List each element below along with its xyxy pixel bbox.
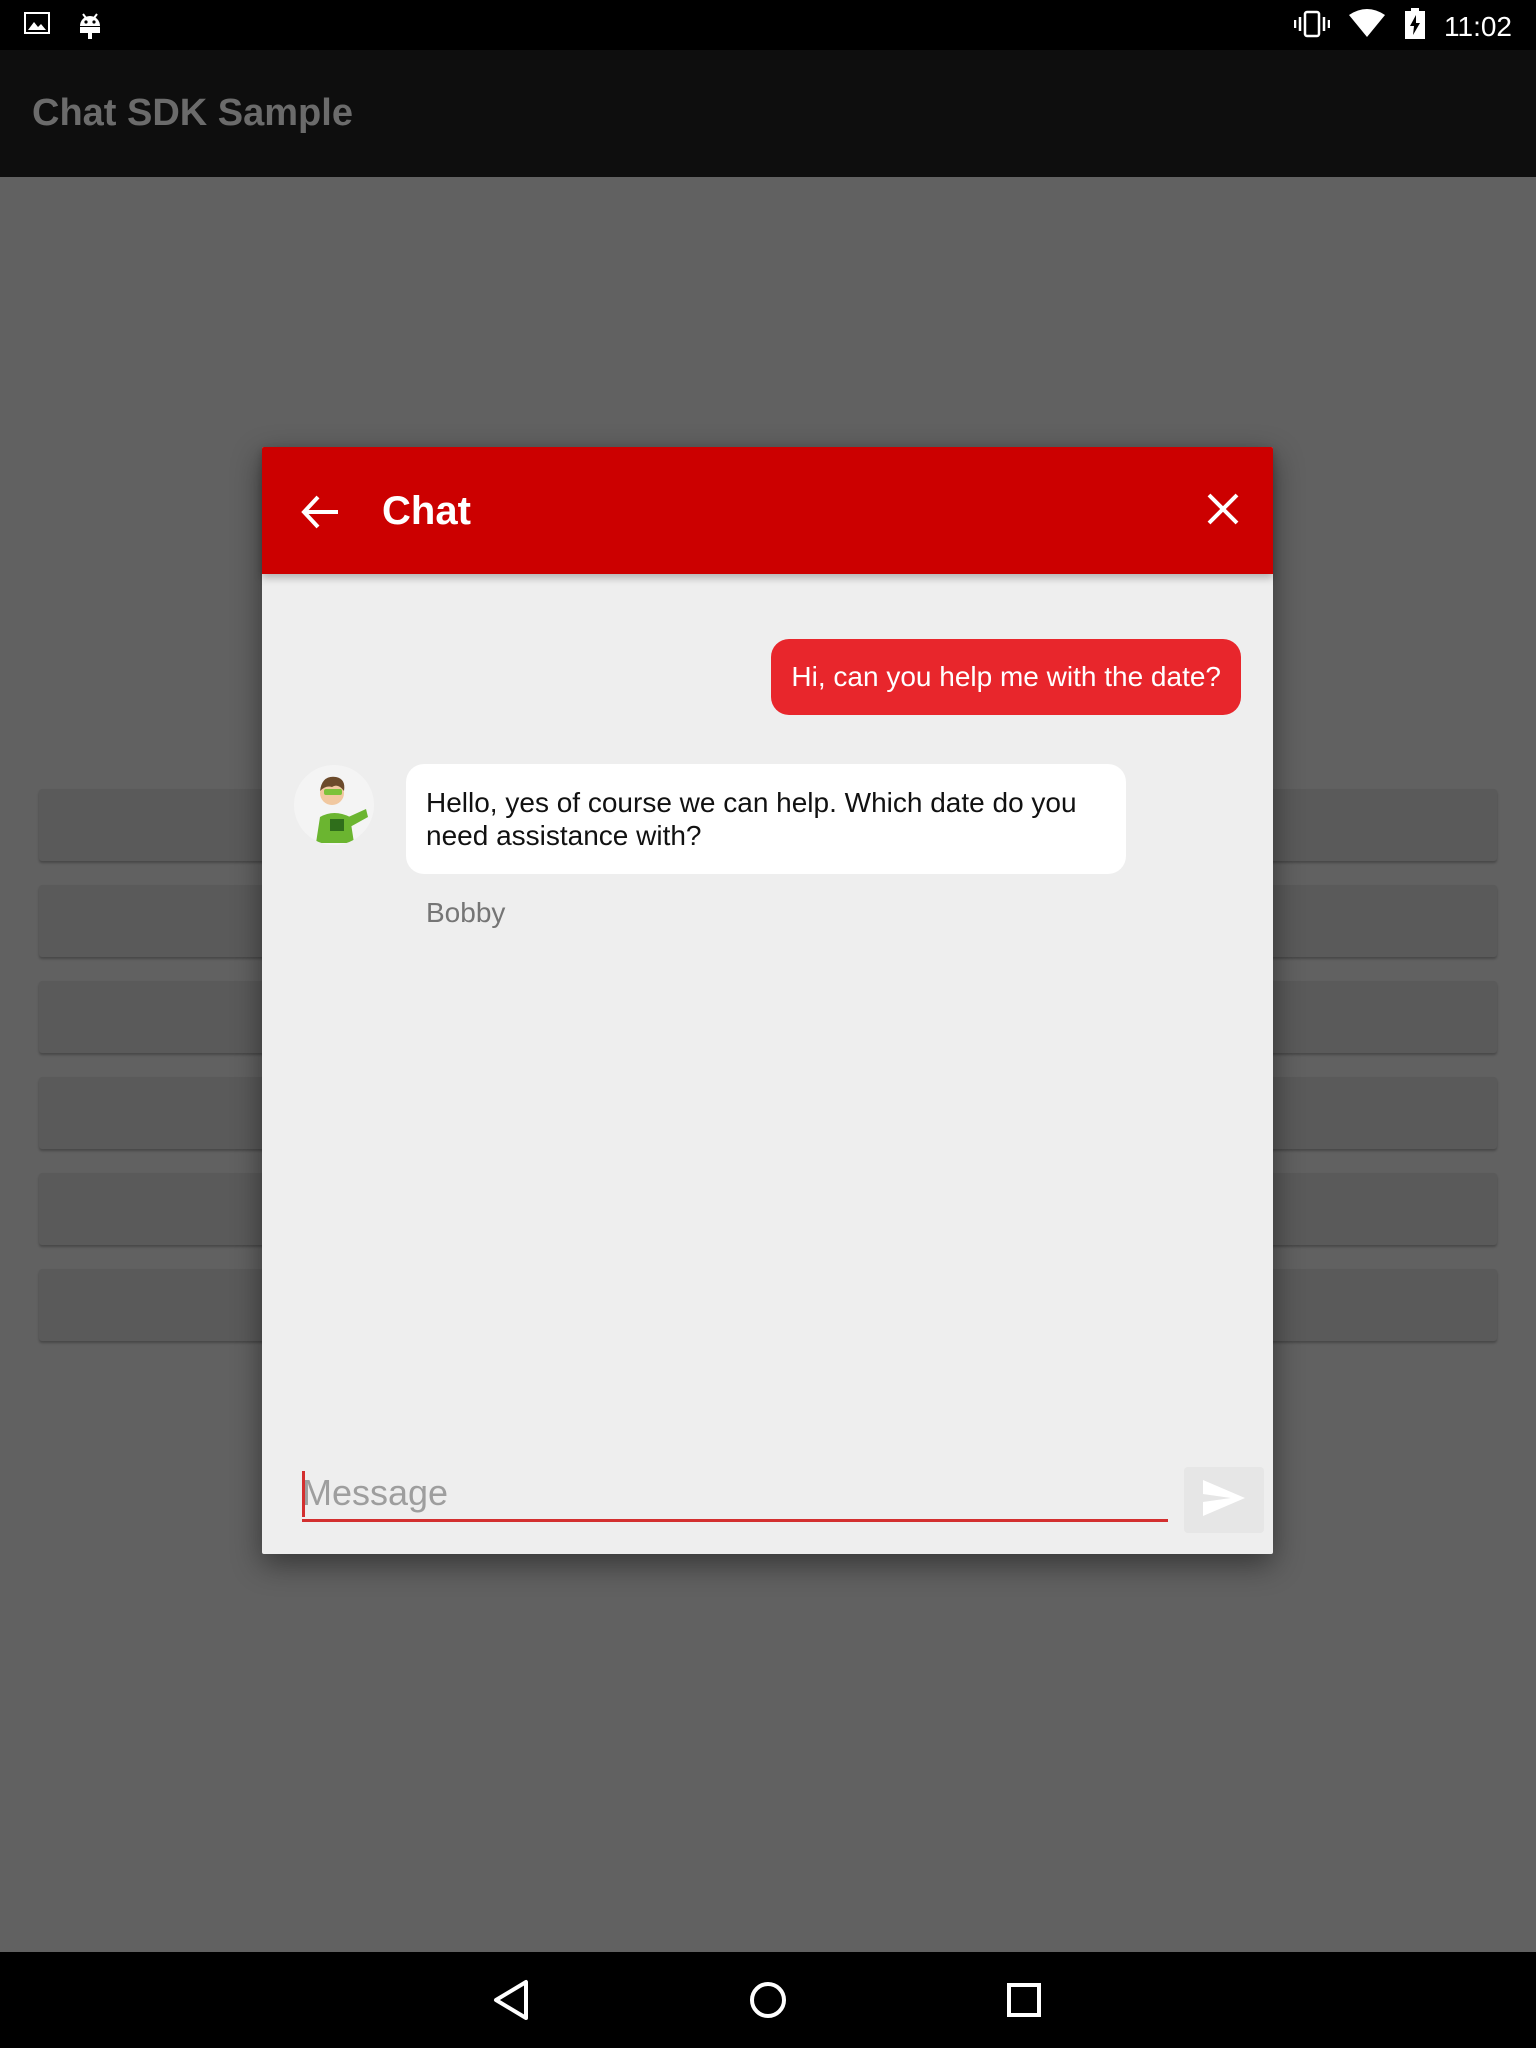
send-icon	[1201, 1478, 1247, 1523]
navigation-bar	[0, 1952, 1536, 2048]
message-input[interactable]	[302, 1467, 1168, 1522]
battery-charging-icon	[1404, 8, 1426, 45]
sender-name: Bobby	[426, 897, 506, 928]
send-button[interactable]	[1184, 1467, 1264, 1533]
incoming-message-bubble: Hello, yes of course we can help. Which …	[406, 764, 1126, 874]
recents-square-icon	[998, 1983, 1050, 2030]
outgoing-message-bubble: Hi, can you help me with the date?	[771, 639, 1241, 715]
back-button[interactable]	[296, 487, 346, 537]
chat-dialog: Chat Hi, can you help me with the date? …	[262, 447, 1273, 1554]
image-icon	[24, 10, 50, 45]
text-cursor	[302, 1471, 305, 1517]
close-icon	[1201, 493, 1245, 535]
nav-home-button[interactable]	[742, 1974, 794, 2026]
status-bar: 11:02	[0, 0, 1536, 50]
arrow-back-icon	[296, 495, 346, 541]
nav-back-button[interactable]	[486, 1974, 538, 2026]
home-circle-icon	[742, 1982, 794, 2030]
vibrate-icon	[1293, 9, 1331, 44]
chat-header: Chat	[262, 447, 1273, 574]
nav-recents-button[interactable]	[998, 1974, 1050, 2026]
android-icon	[76, 10, 104, 45]
app-title: Chat SDK Sample	[32, 92, 353, 134]
app-bar: Chat SDK Sample	[0, 50, 1536, 177]
back-triangle-icon	[486, 1980, 538, 2030]
close-button[interactable]	[1201, 487, 1245, 531]
status-time: 11:02	[1444, 10, 1512, 42]
wifi-icon	[1348, 9, 1386, 44]
avatar-icon	[294, 765, 374, 845]
chat-title: Chat	[382, 489, 471, 533]
